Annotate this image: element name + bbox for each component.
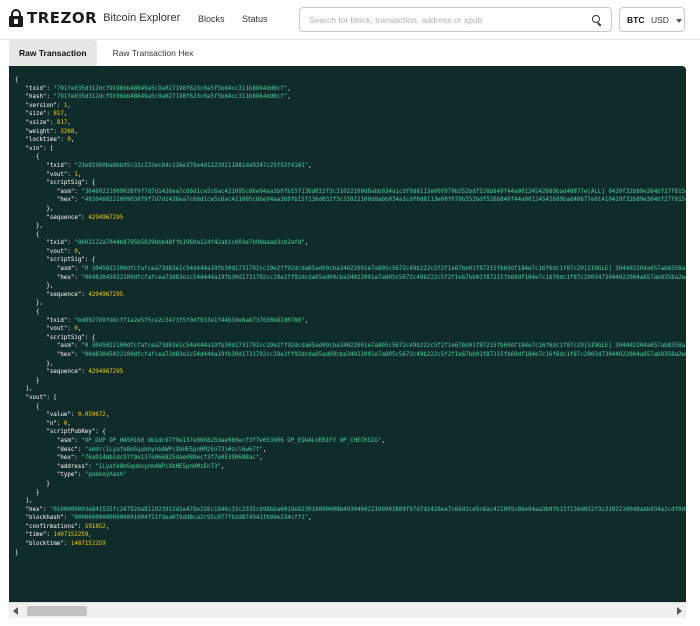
json-number: 4294967295 bbox=[88, 369, 124, 376]
json-key: "hex" bbox=[56, 274, 75, 281]
json-string: "30460221009038f9f7d7d1426ea7c66d1ce5c6a… bbox=[81, 188, 686, 195]
json-key: "asm" bbox=[56, 437, 75, 444]
json-key: "address" bbox=[56, 463, 89, 470]
top-header: TREZOR Bitcoin Explorer Blocks Status BT… bbox=[0, 0, 700, 40]
json-number: 0 bbox=[67, 137, 71, 144]
json-key: "asm" bbox=[56, 188, 75, 195]
json-key: "sequence" bbox=[46, 369, 82, 376]
json-number: 0 bbox=[74, 326, 78, 333]
search-input[interactable] bbox=[309, 13, 589, 27]
json-number: 0 bbox=[74, 248, 78, 255]
logo-text: TREZOR bbox=[27, 9, 98, 27]
json-key: "scriptSig" bbox=[46, 334, 85, 341]
currency-btc-label: BTC bbox=[627, 15, 645, 25]
json-string: "0 3045022100dfcfafcea73d83e1c54d444a19f… bbox=[81, 266, 686, 273]
raw-transaction-panel: { "txid": "791fe035d312dcf9196bb48649a5c… bbox=[9, 66, 686, 602]
json-key: "txid" bbox=[25, 85, 47, 92]
chevron-down-icon bbox=[676, 19, 682, 23]
json-key: "value" bbox=[46, 412, 71, 419]
currency-usd-value: USD bbox=[651, 15, 669, 25]
json-key: "n" bbox=[46, 420, 57, 427]
json-key: "txid" bbox=[46, 317, 68, 324]
json-key: "weight" bbox=[25, 128, 54, 135]
json-key: "desc" bbox=[56, 446, 78, 453]
json-key: "blockhash" bbox=[25, 515, 64, 522]
json-number: 0.059672 bbox=[77, 412, 106, 419]
horizontal-scrollbar[interactable] bbox=[9, 602, 686, 618]
json-number: 0 bbox=[63, 420, 68, 427]
scroll-left-arrow-icon[interactable] bbox=[13, 607, 18, 615]
json-key: "version" bbox=[25, 102, 57, 109]
json-string: "0 3045022100dfcfafcea73d83e1c54d444a19f… bbox=[81, 343, 686, 350]
json-number: 4294967295 bbox=[88, 291, 124, 298]
json-string: "791fe035d312dcf9196bb48649a5c9a027198f6… bbox=[53, 94, 288, 101]
scroll-right-arrow-icon[interactable] bbox=[677, 607, 682, 615]
json-string: "8602122a7044b8795b5829bbb48ffb1960a124f… bbox=[74, 240, 305, 247]
search-box bbox=[299, 7, 612, 32]
raw-transaction-json: { "txid": "791fe035d312dcf9196bb48649a5c… bbox=[15, 76, 686, 557]
json-string: "1Lyafe8mSqubnynbAWPcXbHE5pnHMzEnT3" bbox=[95, 463, 221, 470]
json-key: "sequence" bbox=[46, 214, 82, 221]
json-string: "addr(1Lyafe8mSqubnynbAWPcXbHE5pnHMzEnT3… bbox=[84, 446, 263, 453]
json-key: "asm" bbox=[56, 343, 75, 350]
json-key: "locktime" bbox=[25, 137, 61, 144]
json-key: "vout" bbox=[25, 394, 47, 401]
logo-subtitle: Bitcoin Explorer bbox=[103, 12, 181, 24]
json-number: 3268 bbox=[60, 128, 75, 135]
json-key: "vout" bbox=[46, 326, 68, 333]
json-key: "sequence" bbox=[46, 291, 82, 298]
json-string: "OP_DUP OP_HASH160 db1dc97f9e137e066825d… bbox=[81, 437, 382, 444]
json-key: "hex" bbox=[56, 197, 75, 204]
scrollbar-thumb[interactable] bbox=[27, 606, 87, 616]
nav-blocks-link[interactable]: Blocks bbox=[198, 14, 225, 24]
json-number: 591852 bbox=[84, 523, 106, 530]
json-key: "vout" bbox=[46, 248, 68, 255]
nav-status-link[interactable]: Status bbox=[242, 14, 268, 24]
json-string: "0100000003e841525fc24792da811923912d1e4… bbox=[49, 506, 686, 513]
json-key: "hex" bbox=[56, 352, 75, 358]
lock-icon bbox=[9, 9, 23, 27]
json-string: "00483045022100dfcfafcea73d83e1c54d444a1… bbox=[81, 274, 686, 281]
json-string: "00483045022100dfcfafcea73d83e1c54d444a1… bbox=[81, 352, 686, 358]
json-key: "hash" bbox=[25, 94, 47, 101]
currency-selector[interactable]: BTC USD bbox=[619, 7, 685, 32]
json-key: "hex" bbox=[25, 506, 43, 513]
json-number: 1 bbox=[74, 171, 78, 178]
json-number: 1 bbox=[63, 102, 68, 109]
json-string: "pubkeyhash" bbox=[84, 472, 127, 479]
search-icon[interactable] bbox=[592, 15, 602, 27]
json-key: "vout" bbox=[46, 171, 68, 178]
json-number: 1407152259 bbox=[70, 541, 106, 548]
json-string: "4930460221009038f9f7d7d1426ea7c66d1ce5c… bbox=[81, 197, 686, 204]
tab-raw-transaction-hex[interactable]: Raw Transaction Hex bbox=[103, 40, 204, 66]
json-key: "scriptSig" bbox=[46, 180, 85, 187]
json-string: "23e81960ba8bb95c33c233ec84c126e378e4d11… bbox=[74, 162, 309, 169]
json-key: "vsize" bbox=[25, 119, 50, 126]
json-key: "txid" bbox=[46, 240, 68, 247]
trezor-logo[interactable]: TREZOR Bitcoin Explorer bbox=[9, 9, 180, 27]
json-key: "scriptSig" bbox=[46, 257, 85, 264]
json-key: "time" bbox=[25, 532, 47, 539]
json-key: "hex" bbox=[56, 455, 75, 462]
json-key: "blocktime" bbox=[25, 541, 64, 548]
json-number: 817 bbox=[53, 111, 64, 118]
json-key: "size" bbox=[25, 111, 47, 118]
json-key: "confirmations" bbox=[25, 523, 78, 530]
json-number: 817 bbox=[56, 119, 68, 126]
json-key: "vin" bbox=[25, 145, 43, 152]
json-key: "asm" bbox=[56, 266, 75, 273]
tab-bar: Raw Transaction Raw Transaction Hex bbox=[9, 40, 203, 66]
json-key: "type" bbox=[56, 472, 78, 479]
json-string: "bd992789fd8cff1a2e5f5ce2c3473f5f0df933e… bbox=[74, 317, 305, 324]
json-key: "scriptPubKey" bbox=[46, 429, 96, 436]
tab-raw-transaction[interactable]: Raw Transaction bbox=[9, 40, 97, 66]
json-string: "791fe035d312dcf9196bb48649a5c9a027198f6… bbox=[53, 85, 288, 92]
json-key: "txid" bbox=[46, 162, 68, 169]
json-string: "76a914db1dc97f9e137e066825dae080ecf3f7e… bbox=[81, 455, 260, 462]
json-number: 4294967295 bbox=[88, 214, 124, 221]
json-number: 1407152259 bbox=[53, 532, 89, 539]
json-string: "000000000000000001004f51fdea079dd8ca2c9… bbox=[70, 515, 309, 522]
